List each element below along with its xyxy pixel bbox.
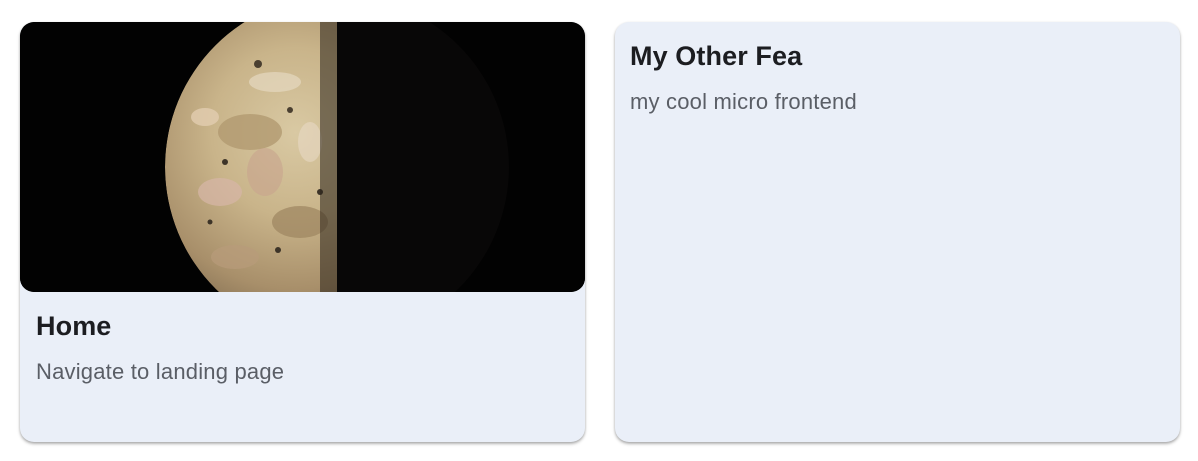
home-card-title: Home [36, 311, 112, 341]
other-feature-card-subtitle: my cool micro frontend [630, 89, 857, 114]
other-feature-card-title: My Other Fea [630, 41, 803, 71]
moon-io-icon [20, 22, 585, 292]
home-card-subtitle: Navigate to landing page [36, 359, 285, 384]
micro-frontend-grid: Home Navigate to landing page My Other F… [0, 0, 1198, 461]
other-feature-card[interactable]: My Other Fea my cool micro frontend [615, 22, 1180, 442]
home-card[interactable]: Home Navigate to landing page [20, 22, 585, 442]
moon-image [20, 22, 585, 292]
